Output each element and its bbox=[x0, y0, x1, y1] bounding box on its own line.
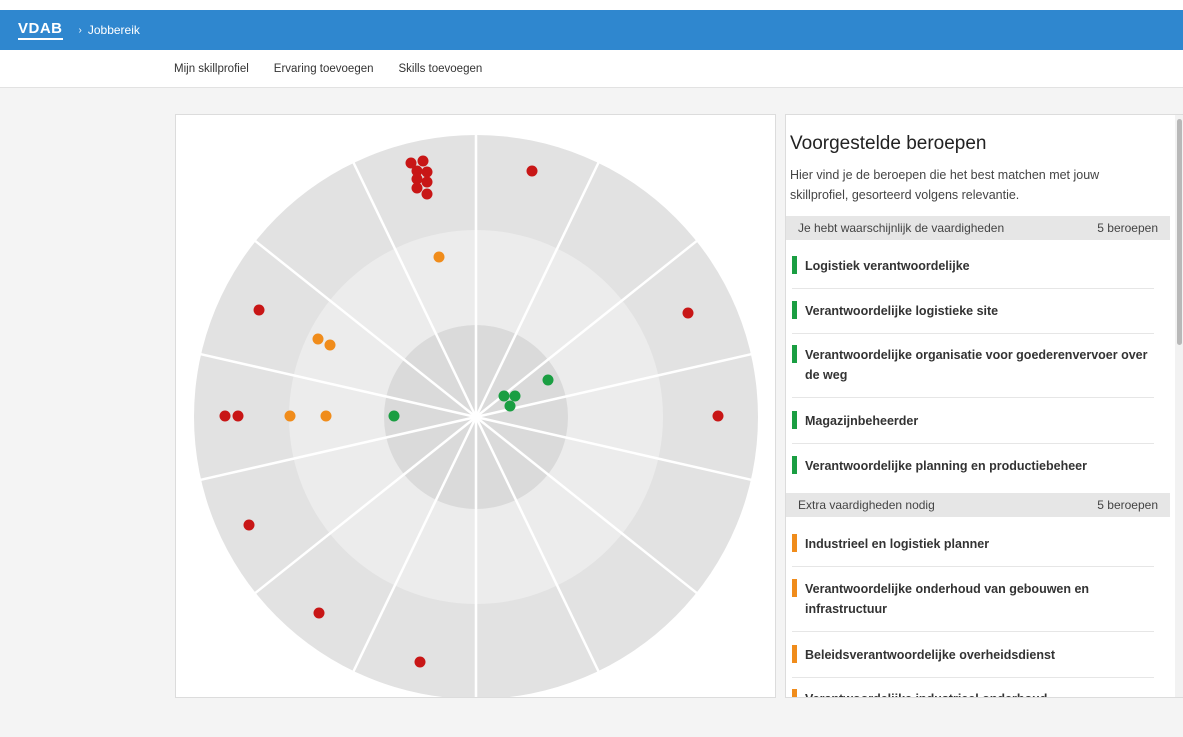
radar-dot-orange[interactable] bbox=[284, 410, 296, 422]
job-title: Verantwoordelijke organisatie voor goede… bbox=[805, 348, 1148, 382]
job-item[interactable]: Verantwoordelijke organisatie voor goede… bbox=[792, 345, 1154, 398]
job-title: Verantwoordelijke planning en productieb… bbox=[805, 459, 1088, 473]
radar-dot-red[interactable] bbox=[232, 410, 244, 422]
panel-description: Hier vind je de beroepen die het best ma… bbox=[790, 168, 1100, 202]
group-header-likely-skills: Je hebt waarschijnlijk de vaardigheden 5… bbox=[786, 216, 1170, 240]
group-label: Extra vaardigheden nodig bbox=[798, 498, 935, 512]
radar-dot-orange[interactable] bbox=[324, 339, 336, 351]
sub-navigation: Mijn skillprofiel Ervaring toevoegen Ski… bbox=[0, 50, 1183, 88]
job-item[interactable]: Industrieel en logistiek planner bbox=[792, 534, 1154, 567]
panel-title: Voorgestelde beroepen bbox=[790, 133, 987, 154]
job-title: Logistiek verantwoordelijke bbox=[805, 259, 970, 273]
radar-dot-red[interactable] bbox=[417, 155, 429, 167]
job-item[interactable]: Beleidsverantwoordelijke overheidsdienst bbox=[792, 645, 1154, 678]
job-item[interactable]: Magazijnbeheerder bbox=[792, 411, 1154, 444]
match-indicator bbox=[792, 534, 797, 552]
scrollbar-thumb[interactable] bbox=[1177, 119, 1182, 345]
job-title: Industrieel en logistiek planner bbox=[805, 537, 990, 551]
radar-dot-red[interactable] bbox=[526, 165, 538, 177]
match-indicator bbox=[792, 456, 797, 474]
job-item[interactable]: Logistiek verantwoordelijke bbox=[792, 256, 1154, 289]
group-count: 5 beroepen bbox=[1097, 498, 1158, 512]
radar-dot-green[interactable] bbox=[504, 400, 516, 412]
job-title: Verantwoordelijke industrieel onderhoud bbox=[805, 689, 1047, 697]
job-title: Magazijnbeheerder bbox=[805, 414, 919, 428]
radar-dot-red[interactable] bbox=[243, 519, 255, 531]
job-radar-card bbox=[175, 114, 776, 698]
match-indicator bbox=[792, 301, 797, 319]
nav-ervaring-toevoegen[interactable]: Ervaring toevoegen bbox=[274, 63, 374, 75]
job-title: Verantwoordelijke logistieke site bbox=[805, 304, 999, 318]
panel-scrollbar[interactable] bbox=[1175, 115, 1183, 697]
radar-dot-red[interactable] bbox=[421, 176, 433, 188]
radar-dot-orange[interactable] bbox=[433, 251, 445, 263]
job-item[interactable]: Verantwoordelijke industrieel onderhoud bbox=[792, 689, 1154, 697]
match-indicator bbox=[792, 345, 797, 363]
radar-dot-red[interactable] bbox=[421, 166, 433, 178]
suggested-jobs-panel: Voorgestelde beroepen Hier vind je de be… bbox=[785, 114, 1183, 698]
job-item[interactable]: Verantwoordelijke logistieke site bbox=[792, 301, 1154, 334]
radar-dot-red[interactable] bbox=[219, 410, 231, 422]
vdab-logo[interactable]: VDAB bbox=[18, 20, 63, 40]
radar-dot-green[interactable] bbox=[388, 410, 400, 422]
match-indicator bbox=[792, 645, 797, 663]
job-title: Beleidsverantwoordelijke overheidsdienst bbox=[805, 648, 1056, 662]
radar-dot-red[interactable] bbox=[712, 410, 724, 422]
radar-dot-red[interactable] bbox=[414, 656, 426, 668]
match-indicator bbox=[792, 256, 797, 274]
radar-dot-red[interactable] bbox=[253, 304, 265, 316]
chevron-right-icon: › bbox=[78, 24, 82, 36]
group-header-extra-skills: Extra vaardigheden nodig 5 beroepen bbox=[786, 493, 1170, 517]
nav-skills-toevoegen[interactable]: Skills toevoegen bbox=[399, 63, 483, 75]
match-indicator bbox=[792, 579, 797, 597]
radar-dot-red[interactable] bbox=[421, 188, 433, 200]
radar-dot-red[interactable] bbox=[682, 307, 694, 319]
group-count: 5 beroepen bbox=[1097, 221, 1158, 235]
top-bar: VDAB › Jobbereik bbox=[0, 10, 1183, 50]
nav-mijn-skillprofiel[interactable]: Mijn skillprofiel bbox=[174, 63, 249, 75]
match-indicator bbox=[792, 411, 797, 429]
job-item[interactable]: Verantwoordelijke onderhoud van gebouwen… bbox=[792, 579, 1154, 632]
group-label: Je hebt waarschijnlijk de vaardigheden bbox=[798, 221, 1005, 235]
match-indicator bbox=[792, 689, 797, 697]
window-top-strip bbox=[0, 0, 1183, 10]
breadcrumb-jobbereik[interactable]: Jobbereik bbox=[88, 23, 140, 37]
radar-dot-green[interactable] bbox=[498, 390, 510, 402]
breadcrumb: › Jobbereik bbox=[79, 23, 140, 37]
radar-dot-green[interactable] bbox=[542, 374, 554, 386]
job-item[interactable]: Verantwoordelijke planning en productieb… bbox=[792, 456, 1154, 490]
radar-dot-orange[interactable] bbox=[320, 410, 332, 422]
job-title: Verantwoordelijke onderhoud van gebouwen… bbox=[805, 582, 1090, 616]
radar-dot-red[interactable] bbox=[313, 607, 325, 619]
job-radar-chart bbox=[194, 133, 758, 697]
radar-dot-green[interactable] bbox=[509, 390, 521, 402]
radar-dot-red[interactable] bbox=[411, 182, 423, 194]
radar-dot-orange[interactable] bbox=[312, 333, 324, 345]
